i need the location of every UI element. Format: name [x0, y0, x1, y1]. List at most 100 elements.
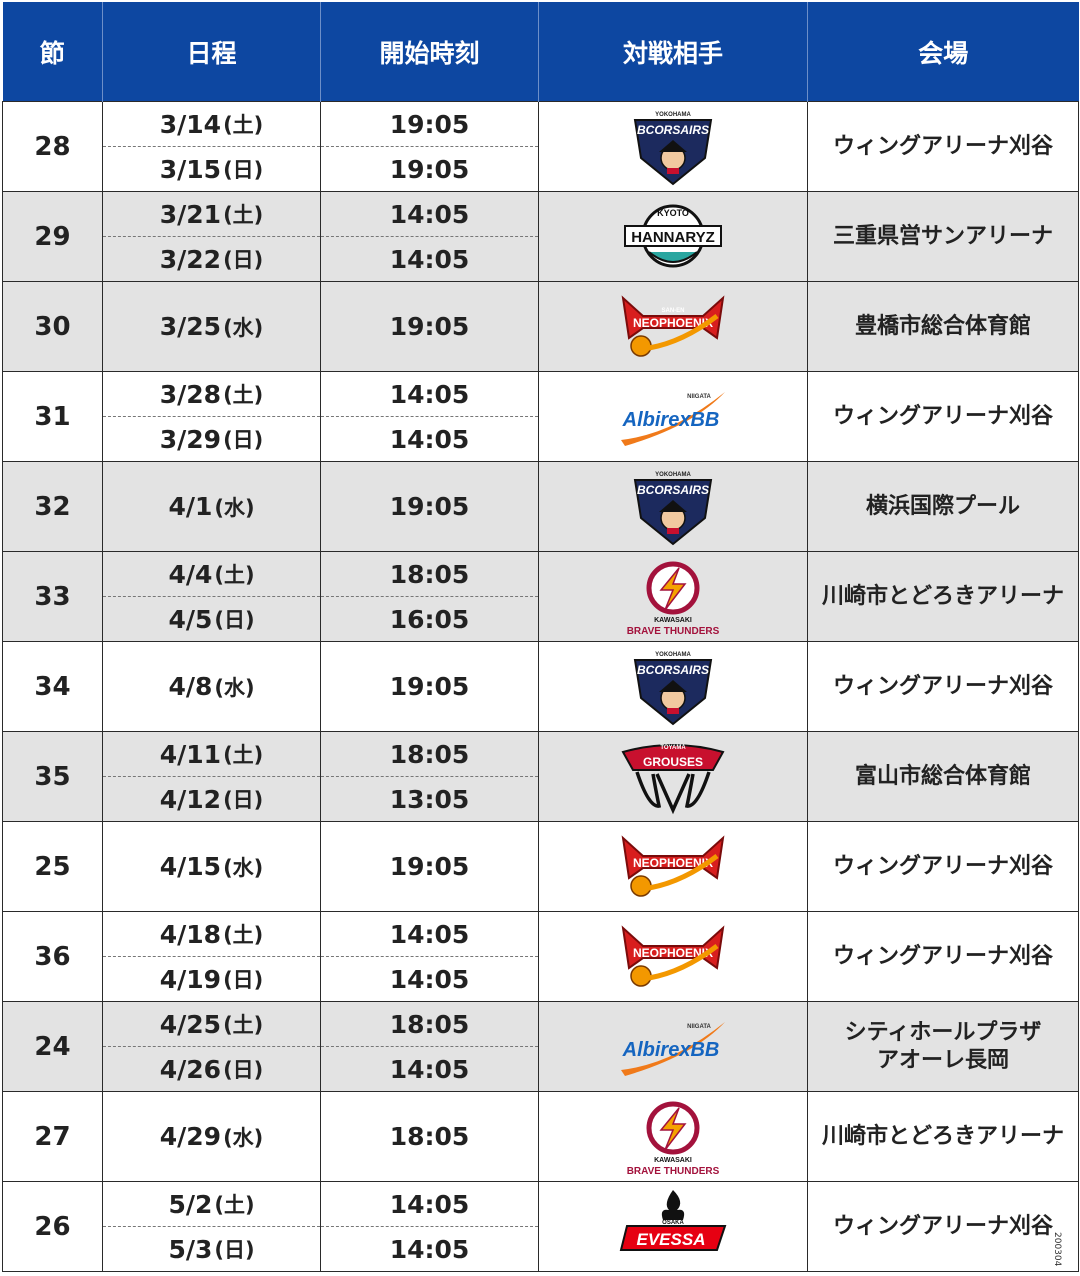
game-date: 5/2 (土): [103, 1182, 320, 1227]
venue-name: ウィングアリーナ刈谷: [832, 673, 1053, 699]
start-time: 18:05: [389, 1122, 470, 1151]
date-value: 4/19: [159, 964, 222, 994]
date-value: 4/15: [159, 851, 222, 881]
start-time: 19:05: [389, 492, 470, 521]
opponent-logo-cell: NIIGATA AlbirexBB: [538, 1001, 808, 1092]
date-cell: 4/4 (土) 4/5 (日): [102, 551, 321, 642]
date-value: 5/2: [168, 1189, 213, 1219]
schedule-row: 31 3/28 (土) 3/29 (日) 14:05 14:05 NIIGATA Albirex…: [2, 371, 1079, 462]
weekday-label: (水): [214, 495, 255, 520]
time-cell: 18:05 14:05: [320, 1001, 539, 1092]
venue-cell: ウィングアリーナ刈谷: [807, 371, 1079, 462]
schedule-row: 26 5/2 (土) 5/3 (日) 14:05 14:05 OSAKA EVESSA ウィングア…: [2, 1181, 1079, 1272]
svg-text:OSAKA: OSAKA: [662, 1220, 684, 1226]
header-date: 日程: [102, 2, 321, 102]
corsairs-logo-icon: YOKOHAMA BCORSAIRS: [633, 472, 713, 545]
venue-name: ウィングアリーナ刈谷: [832, 943, 1053, 969]
weekday-label: (土): [223, 923, 264, 947]
time-cell: 18:05 16:05: [320, 551, 539, 642]
setsu-number: 30: [2, 281, 103, 372]
svg-text:YOKOHAMA: YOKOHAMA: [655, 112, 691, 118]
svg-text:SAN-EN: SAN-EN: [661, 938, 684, 944]
svg-text:KAWASAKI: KAWASAKI: [654, 1157, 692, 1164]
svg-text:BCORSAIRS: BCORSAIRS: [637, 483, 709, 497]
date-value: 4/25: [159, 1009, 222, 1039]
svg-text:AlbirexBB: AlbirexBB: [622, 409, 720, 431]
start-time: 18:05: [321, 732, 538, 777]
setsu-number: 36: [2, 911, 103, 1002]
venue-cell: ウィングアリーナ刈谷: [807, 101, 1079, 192]
venue-name: 川崎市とどろきアリーナ: [821, 1123, 1064, 1149]
time-cell: 19:05: [320, 821, 539, 912]
opponent-logo-cell: YOKOHAMA BCORSAIRS: [538, 461, 808, 552]
date-cell: 4/15(水): [102, 821, 321, 912]
opponent-logo-cell: KYOTO HANNARYZ: [538, 191, 808, 282]
neophoenix-logo-icon: SAN-ENNEOPHOENIX: [621, 294, 725, 357]
svg-text:KYOTO: KYOTO: [657, 208, 689, 218]
opponent-logo-cell: KAWASAKI BRAVE THUNDERS: [538, 1091, 808, 1182]
date-value: 3/22: [159, 244, 222, 274]
game-date: 4/1(水): [103, 492, 320, 522]
game-date: 4/5 (日): [103, 597, 320, 641]
start-time: 19:05: [389, 852, 470, 881]
game-date: 4/15(水): [103, 852, 320, 882]
venue-name: 富山市総合体育館: [854, 763, 1031, 789]
venue-name: 豊橋市総合体育館: [854, 313, 1031, 339]
date-value: 4/8: [168, 671, 213, 701]
game-date: 3/21 (土): [103, 192, 320, 237]
start-time: 14:05: [389, 964, 470, 994]
opponent-logo-cell: YOKOHAMA BCORSAIRS: [538, 641, 808, 732]
date-cell: 4/11 (土) 4/12 (日): [102, 731, 321, 822]
venue-cell: 川崎市とどろきアリーナ: [807, 1091, 1079, 1182]
weekday-label: (水): [214, 675, 255, 700]
time-cell: 14:05 14:05: [320, 1181, 539, 1272]
svg-text:AlbirexBB: AlbirexBB: [622, 1039, 720, 1061]
date-value: 3/15: [159, 154, 222, 184]
header-setsu: 節: [2, 2, 103, 102]
svg-text:BCORSAIRS: BCORSAIRS: [637, 123, 709, 137]
weekday-label: (土): [214, 563, 255, 587]
svg-text:BRAVE THUNDERS: BRAVE THUNDERS: [627, 626, 720, 637]
game-date: 4/26 (日): [103, 1047, 320, 1091]
date-cell: 4/29(水): [102, 1091, 321, 1182]
time-cell: 19:05: [320, 641, 539, 732]
weekday-label: (土): [223, 743, 264, 767]
svg-text:BRAVE THUNDERS: BRAVE THUNDERS: [627, 1166, 720, 1177]
schedule-row: 35 4/11 (土) 4/12 (日) 18:05 13:05 TOYAMA GROUSES 富…: [2, 731, 1079, 822]
game-date: 3/14 (土): [103, 102, 320, 147]
neophoenix-logo-icon: SAN-ENNEOPHOENIX: [621, 834, 725, 897]
opponent-logo-cell: SAN-EN NEOPHOENIX: [538, 281, 808, 372]
start-time: 18:05: [321, 552, 538, 597]
date-cell: 4/8(水): [102, 641, 321, 732]
schedule-row: 34 4/8(水) 19:05 YOKOHAMA BCORSAIRS ウィングアリーナ刈谷: [2, 641, 1079, 732]
venue-name: ウィングアリーナ刈谷: [832, 403, 1053, 429]
date-value: 4/18: [159, 919, 222, 949]
game-date: 4/12 (日): [103, 777, 320, 821]
opponent-logo-cell: OSAKA EVESSA: [538, 1181, 808, 1272]
weekday-label: (土): [223, 1013, 264, 1037]
venue-cell: 横浜国際プール: [807, 461, 1079, 552]
svg-text:GROUSES: GROUSES: [643, 755, 703, 769]
weekday-label: (土): [223, 113, 264, 137]
start-time: 14:05: [321, 372, 538, 417]
venue-name: ウィングアリーナ刈谷: [832, 853, 1053, 879]
date-cell: 4/1(水): [102, 461, 321, 552]
date-cell: 3/21 (土) 3/22 (日): [102, 191, 321, 282]
setsu-number: 29: [2, 191, 103, 282]
schedule-row: 27 4/29(水) 18:05 KAWASAKI BRAVE THUNDERS 川崎市と…: [2, 1091, 1079, 1182]
svg-text:NIIGATA: NIIGATA: [687, 394, 711, 400]
weekday-label: (日): [223, 788, 264, 812]
date-value: 3/14: [159, 109, 222, 139]
opponent-logo-cell: SAN-EN NEOPHOENIX: [538, 911, 808, 1002]
setsu-number: 24: [2, 1001, 103, 1092]
date-cell: 3/25(水): [102, 281, 321, 372]
svg-text:YOKOHAMA: YOKOHAMA: [655, 472, 691, 478]
weekday-label: (日): [223, 158, 264, 182]
schedule-row: 33 4/4 (土) 4/5 (日) 18:05 16:05 KAWASAKI BRAVE TH…: [2, 551, 1079, 642]
time-cell: 18:05 13:05: [320, 731, 539, 822]
header-venue: 会場: [807, 2, 1079, 102]
weekday-label: (土): [214, 1193, 255, 1217]
game-date: 4/11 (土): [103, 732, 320, 777]
venue-cell: 富山市総合体育館: [807, 731, 1079, 822]
venue-cell: ウィングアリーナ刈谷: [807, 911, 1079, 1002]
